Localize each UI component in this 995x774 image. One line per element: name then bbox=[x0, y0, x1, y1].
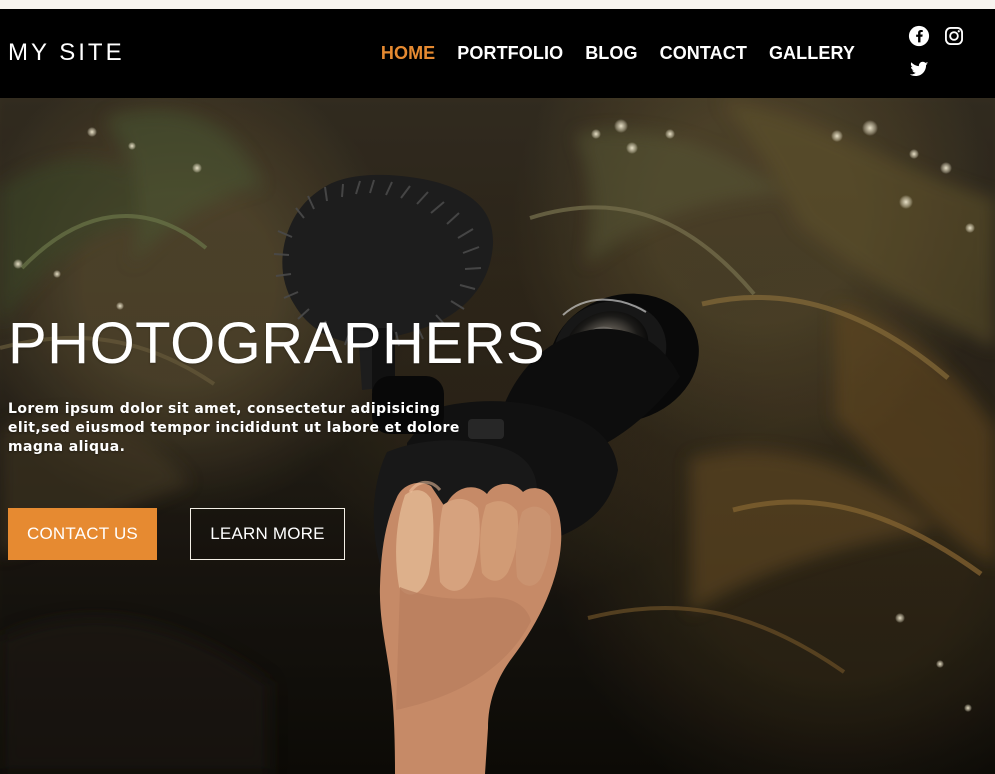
nav-blog[interactable]: BLOG bbox=[585, 40, 637, 66]
nav-gallery[interactable]: GALLERY bbox=[769, 40, 855, 66]
nav-home[interactable]: HOME bbox=[381, 40, 435, 66]
page: MY SITE HOME PORTFOLIO BLOG CONTACT GALL… bbox=[0, 0, 995, 774]
hero-title: PHOTOGRAPHERS bbox=[8, 311, 546, 376]
primary-nav: HOME PORTFOLIO BLOG CONTACT GALLERY bbox=[381, 40, 855, 66]
instagram-icon[interactable] bbox=[943, 25, 965, 47]
top-strip bbox=[0, 0, 995, 9]
nav-contact[interactable]: CONTACT bbox=[660, 40, 747, 66]
learn-more-button[interactable]: LEARN MORE bbox=[190, 508, 345, 560]
navbar: MY SITE HOME PORTFOLIO BLOG CONTACT GALL… bbox=[0, 9, 995, 98]
social-links bbox=[908, 25, 966, 85]
twitter-icon[interactable] bbox=[908, 58, 930, 80]
site-title: MY SITE bbox=[8, 39, 125, 66]
hero-section: PHOTOGRAPHERS Lorem ipsum dolor sit amet… bbox=[0, 98, 995, 774]
hero-subtitle: Lorem ipsum dolor sit amet, consectetur … bbox=[8, 401, 460, 455]
contact-us-button[interactable]: CONTACT US bbox=[8, 508, 157, 560]
facebook-icon[interactable] bbox=[908, 25, 930, 47]
nav-portfolio[interactable]: PORTFOLIO bbox=[457, 40, 563, 66]
